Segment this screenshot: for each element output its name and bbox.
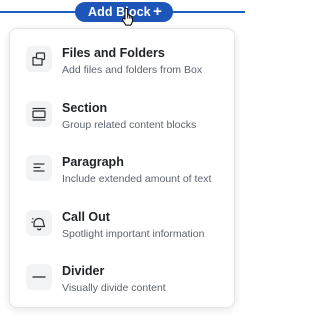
- menu-item-title: Call Out: [62, 210, 110, 224]
- menu-item-description: Group related content blocks: [62, 119, 197, 131]
- menu-item-description: Include extended amount of text: [62, 173, 212, 185]
- plus-icon: +: [153, 3, 162, 20]
- menu-item-files-and-folders[interactable]: Files and Folders Add files and folders …: [10, 46, 234, 96]
- menu-item-description: Add files and folders from Box: [62, 64, 203, 76]
- menu-item-paragraph[interactable]: Paragraph Include extended amount of tex…: [10, 155, 234, 205]
- menu-item-call-out[interactable]: Call Out Spotlight important information: [10, 210, 234, 260]
- menu-item-title: Files and Folders: [62, 46, 165, 60]
- files-folders-icon: [26, 46, 52, 72]
- hand-cursor-icon: [122, 8, 134, 26]
- menu-item-section[interactable]: Section Group related content blocks: [10, 101, 234, 151]
- divider-icon: [26, 264, 52, 290]
- add-block-panel: Add Block + Files and Folders Add files …: [0, 0, 245, 317]
- menu-item-description: Spotlight important information: [62, 228, 205, 240]
- menu-item-description: Visually divide content: [62, 282, 166, 294]
- menu-item-title: Divider: [62, 264, 105, 278]
- paragraph-icon: [26, 155, 52, 181]
- section-icon: [26, 101, 52, 127]
- menu-item-divider[interactable]: Divider Visually divide content: [10, 264, 234, 314]
- block-menu: Files and Folders Add files and folders …: [9, 28, 235, 308]
- menu-item-title: Paragraph: [62, 155, 124, 169]
- menu-item-title: Section: [62, 101, 108, 115]
- callout-icon: [26, 210, 52, 236]
